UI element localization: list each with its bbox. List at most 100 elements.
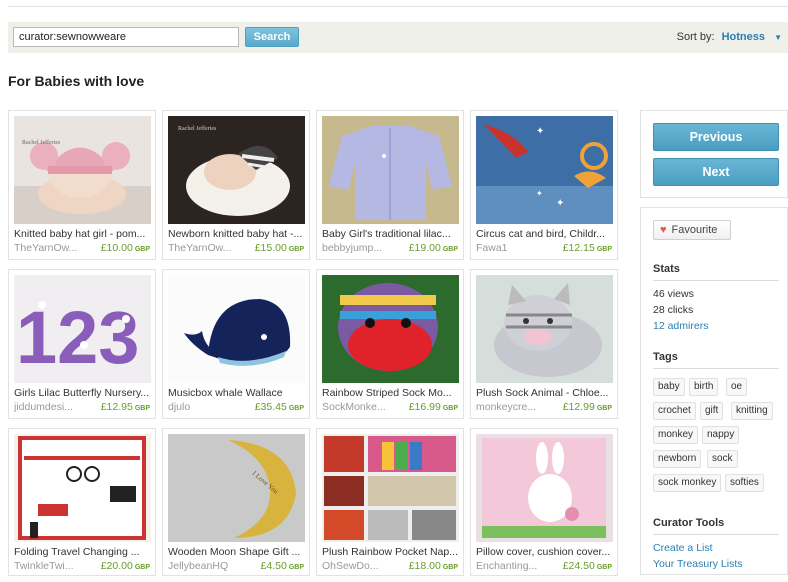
create-list-link[interactable]: Create a List (653, 542, 713, 554)
svg-text:Rachel Jefferies: Rachel Jefferies (22, 139, 61, 146)
top-divider (8, 6, 788, 7)
tags-divider (653, 368, 779, 369)
svg-text:✦: ✦ (536, 189, 543, 198)
tag-softies[interactable]: softies (725, 474, 764, 492)
listing-price: £18.00 GBP (408, 560, 458, 572)
listing-title[interactable]: Folding Travel Changing ... (14, 546, 152, 558)
listing-card[interactable]: Rainbow Striped Sock Mo... SockMonke... … (316, 269, 464, 419)
listing-image-lilac-123[interactable]: 123 (14, 275, 151, 383)
tag-sock-monkey[interactable]: sock monkey (653, 474, 722, 492)
tag-newborn[interactable]: newborn (653, 450, 702, 468)
listing-card[interactable]: ✦ ✦ ✦ Circus cat and bird, Childr... Faw… (470, 110, 618, 260)
previous-button[interactable]: Previous (653, 123, 779, 151)
tag-oe[interactable]: oe (726, 378, 748, 396)
listing-image-lilac-cardigan[interactable] (322, 116, 459, 224)
tag-baby[interactable]: baby (653, 378, 685, 396)
page-title: For Babies with love (8, 73, 145, 89)
listing-title[interactable]: Circus cat and bird, Childr... (476, 228, 614, 240)
listing-image-newborn-hat[interactable]: Rachel Jefferies (168, 116, 305, 224)
listing-price: £4.50 GBP (260, 560, 304, 572)
search-input[interactable] (13, 27, 239, 47)
stats-admirers-link[interactable]: 12 admirers (653, 320, 708, 332)
listing-title[interactable]: Rainbow Striped Sock Mo... (322, 387, 460, 399)
listing-shop[interactable]: Fawa1 (476, 242, 552, 254)
listing-title[interactable]: Plush Rainbow Pocket Nap... (322, 546, 460, 558)
search-button[interactable]: Search (245, 27, 299, 47)
listing-shop[interactable]: Enchanting... (476, 560, 552, 572)
listing-card[interactable]: Plush Rainbow Pocket Nap... OhSewDo... £… (316, 428, 464, 576)
listing-card[interactable]: Plush Sock Animal - Chloe... monkeycre..… (470, 269, 618, 419)
listing-image-pillow-cover[interactable] (476, 434, 613, 542)
your-treasury-lists-link[interactable]: Your Treasury Lists (653, 558, 743, 570)
listing-shop[interactable]: TwinkleTwi... (14, 560, 90, 572)
listing-image-wooden-moon[interactable]: I Love You (168, 434, 305, 542)
listing-shop[interactable]: JellybeanHQ (168, 560, 244, 572)
listing-shop[interactable]: jiddumdesi... (14, 401, 90, 413)
listing-image-musicbox-whale[interactable] (168, 275, 305, 383)
listing-card[interactable]: Baby Girl's traditional lilac... bebbyju… (316, 110, 464, 260)
listing-card[interactable]: Rachel Jefferies Newborn knitted baby ha… (162, 110, 310, 260)
listing-price: £12.95 GBP (100, 401, 150, 413)
listing-price: £35.45 GBP (254, 401, 304, 413)
curator-tools-title: Curator Tools (653, 517, 725, 529)
listing-image-knitted-hat[interactable]: Rachel Jefferies (14, 116, 151, 224)
svg-text:123: 123 (16, 296, 139, 379)
chevron-down-icon[interactable]: ▼ (774, 33, 782, 42)
tag-monkey[interactable]: monkey (653, 426, 699, 444)
listing-price: £19.00 GBP (408, 242, 458, 254)
stats-clicks: 28 clicks (653, 304, 694, 316)
listing-price: £15.00 GBP (254, 242, 304, 254)
sort-by[interactable]: Sort by: Hotness ▼ (677, 31, 782, 43)
listing-card[interactable]: Folding Travel Changing ... TwinkleTwi..… (8, 428, 156, 576)
tag-birth[interactable]: birth (689, 378, 719, 396)
stats-views: 46 views (653, 288, 694, 300)
svg-text:Rachel Jefferies: Rachel Jefferies (178, 125, 217, 132)
tag-nappy[interactable]: nappy (702, 426, 740, 444)
stats-divider (653, 280, 779, 281)
listing-title[interactable]: Wooden Moon Shape Gift ... (168, 546, 306, 558)
listing-shop[interactable]: bebbyjump... (322, 242, 398, 254)
tag-gift[interactable]: gift (700, 402, 724, 420)
listing-card[interactable]: 123 Girls Lilac Butterfly Nursery... jid… (8, 269, 156, 419)
listing-price: £16.99 GBP (408, 401, 458, 413)
listing-title[interactable]: Knitted baby hat girl - pom... (14, 228, 152, 240)
listing-image-travel-changing-mat[interactable] (14, 434, 151, 542)
favourite-button[interactable]: ♥ Favourite (653, 220, 731, 240)
curator-tools-divider (653, 534, 779, 535)
sort-by-label: Sort by: (676, 31, 715, 43)
listing-card[interactable]: I Love You Wooden Moon Shape Gift ... Je… (162, 428, 310, 576)
listing-image-circus-cat[interactable]: ✦ ✦ ✦ (476, 116, 613, 224)
tag-knitting[interactable]: knitting (731, 402, 773, 420)
listing-image-rainbow-nappies[interactable] (322, 434, 459, 542)
listing-title[interactable]: Musicbox whale Wallace (168, 387, 306, 399)
listing-title[interactable]: Newborn knitted baby hat -... (168, 228, 306, 240)
tag-crochet[interactable]: crochet (653, 402, 696, 420)
listing-shop[interactable]: monkeycre... (476, 401, 552, 413)
listing-shop[interactable]: TheYarnOw... (14, 242, 90, 254)
listing-card[interactable]: Musicbox whale Wallace djulo £35.45 GBP (162, 269, 310, 419)
listing-shop[interactable]: djulo (168, 401, 244, 413)
tag-sock[interactable]: sock (707, 450, 738, 468)
listing-shop[interactable]: SockMonke... (322, 401, 398, 413)
listing-card[interactable]: Rachel Jefferies Knitted baby hat girl -… (8, 110, 156, 260)
listing-image-sock-monkey[interactable] (322, 275, 459, 383)
stats-title: Stats (653, 263, 680, 275)
listing-price: £10.00 GBP (100, 242, 150, 254)
listing-title[interactable]: Baby Girl's traditional lilac... (322, 228, 460, 240)
listing-title[interactable]: Plush Sock Animal - Chloe... (476, 387, 614, 399)
tags-title: Tags (653, 351, 678, 363)
treasury-details: ♥ Favourite Stats 46 views 28 clicks 12 a… (640, 207, 788, 575)
svg-text:✦: ✦ (536, 126, 544, 137)
listing-card[interactable]: Pillow cover, cushion cover... Enchantin… (470, 428, 618, 576)
listing-title[interactable]: Pillow cover, cushion cover... (476, 546, 614, 558)
heart-icon: ♥ (660, 224, 667, 236)
listing-title[interactable]: Girls Lilac Butterfly Nursery... (14, 387, 152, 399)
listing-shop[interactable]: OhSewDo... (322, 560, 398, 572)
sort-by-value[interactable]: Hotness (722, 31, 765, 43)
search-bar: Search Sort by: Hotness ▼ (8, 22, 788, 53)
listing-price: £24.50 GBP (562, 560, 612, 572)
listing-shop[interactable]: TheYarnOw... (168, 242, 244, 254)
listing-image-plush-cat[interactable] (476, 275, 613, 383)
next-button[interactable]: Next (653, 158, 779, 186)
pagination-box: Previous Next (640, 110, 788, 198)
